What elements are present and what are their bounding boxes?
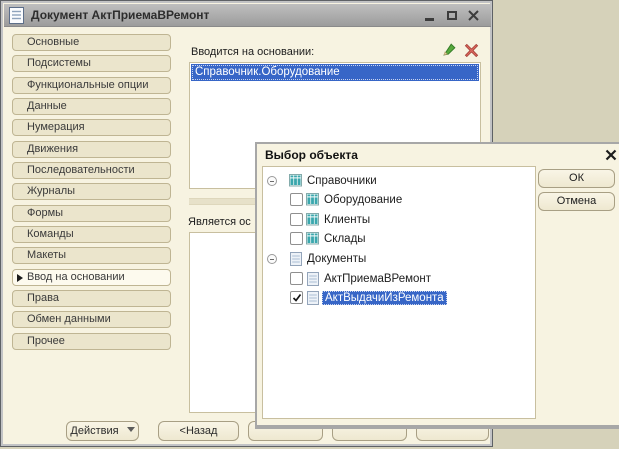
document-icon: [307, 272, 319, 286]
tab-label: Основные: [27, 36, 80, 48]
active-tab-arrow-icon: [17, 274, 23, 282]
tab-label: Подсистемы: [27, 57, 91, 69]
tree-item-oborudovanie[interactable]: Оборудование: [264, 191, 534, 209]
document-icon: [9, 6, 24, 24]
catalog-icon: [306, 213, 319, 226]
tree-item-label: Склады: [324, 233, 366, 245]
tab-label: Данные: [27, 100, 67, 112]
catalog-icon: [289, 174, 302, 187]
back-button-label: <Назад: [179, 425, 218, 437]
dialog-title: Выбор объекта: [265, 148, 358, 162]
based-on-label: Вводится на основании:: [191, 46, 315, 58]
tab-label: Прочее: [27, 335, 65, 347]
checkmark-icon: [292, 293, 301, 302]
tab-label: Права: [27, 292, 59, 304]
tab-label: Последовательности: [27, 164, 135, 176]
tab-label: Макеты: [27, 249, 67, 261]
close-button[interactable]: [466, 8, 481, 23]
pencil-icon: [443, 43, 456, 56]
tree-item-label: АктПриемаВРемонт: [324, 273, 432, 285]
checkbox-unchecked[interactable]: [290, 232, 303, 245]
tab-label: Формы: [27, 207, 64, 219]
tab-numeraciya[interactable]: Нумерация: [12, 119, 171, 136]
edit-button[interactable]: [440, 40, 459, 59]
actions-button-label: Действия: [70, 425, 119, 437]
collapse-icon[interactable]: [267, 176, 277, 186]
tree-item-dokumenty[interactable]: Документы: [264, 250, 534, 268]
tree-group-label: Документы: [307, 253, 367, 265]
tree-item-klienty[interactable]: Клиенты: [264, 211, 534, 229]
ok-button-label: ОК: [569, 172, 584, 184]
checkbox-checked[interactable]: [290, 291, 303, 304]
tab-prava[interactable]: Права: [12, 290, 171, 307]
tree-item-label-selected: АктВыдачиИзРемонта: [322, 291, 447, 305]
desktop: Документ АктПриемаВРемонт Основные Подси…: [0, 0, 619, 449]
tab-prochee[interactable]: Прочее: [12, 333, 171, 350]
x-icon: [464, 43, 479, 58]
list-item-selected[interactable]: Справочник.Оборудование: [191, 64, 479, 81]
tab-posledovatelnosti[interactable]: Последовательности: [12, 162, 171, 179]
dialog-close-button[interactable]: [603, 147, 619, 163]
tree-group-label: Справочники: [307, 175, 377, 187]
tree-item-label: Оборудование: [324, 194, 403, 206]
tab-label: Нумерация: [27, 121, 85, 133]
checkbox-unchecked[interactable]: [290, 272, 303, 285]
window-titlebar[interactable]: Документ АктПриемаВРемонт: [4, 4, 491, 27]
checkbox-unchecked[interactable]: [290, 213, 303, 226]
tab-osnovnye[interactable]: Основные: [12, 34, 171, 51]
tree-item-aktpriemavremont[interactable]: АктПриемаВРемонт: [264, 270, 534, 288]
object-tree[interactable]: Справочники Оборудование Клиенты Склады …: [262, 166, 536, 419]
catalog-icon: [306, 193, 319, 206]
collapse-icon[interactable]: [267, 254, 277, 264]
ok-button[interactable]: ОК: [538, 169, 615, 188]
cancel-button[interactable]: Отмена: [538, 192, 615, 211]
maximize-button[interactable]: [444, 8, 459, 23]
tab-dvizheniya[interactable]: Движения: [12, 141, 171, 158]
tree-item-aktvydachiizremonta[interactable]: АктВыдачиИзРемонта: [264, 289, 534, 307]
document-icon: [307, 291, 319, 305]
tab-vvod-na-osnovanii[interactable]: Ввод на основании: [12, 269, 171, 286]
back-button[interactable]: <Назад: [158, 421, 239, 441]
maximize-icon: [446, 11, 457, 20]
select-object-dialog: Выбор объекта Справочники Оборудование К…: [255, 142, 619, 429]
catalog-icon: [306, 232, 319, 245]
minimize-icon: [425, 17, 434, 21]
close-icon: [605, 149, 617, 161]
window-title: Документ АктПриемаВРемонт: [31, 8, 210, 22]
dialog-titlebar[interactable]: Выбор объекта: [257, 144, 619, 165]
tab-zhurnaly[interactable]: Журналы: [12, 183, 171, 200]
tab-podsistemy[interactable]: Подсистемы: [12, 55, 171, 72]
tab-label: Ввод на основании: [27, 271, 125, 283]
tab-makety[interactable]: Макеты: [12, 247, 171, 264]
checkbox-unchecked[interactable]: [290, 193, 303, 206]
close-icon: [468, 10, 479, 21]
delete-button[interactable]: [462, 41, 481, 60]
tree-item-sklady[interactable]: Склады: [264, 230, 534, 248]
basis-for-label: Является ос: [188, 216, 251, 228]
tab-label: Обмен данными: [27, 313, 111, 325]
actions-button[interactable]: Действия: [66, 421, 139, 441]
tab-label: Функциональные опции: [27, 79, 149, 91]
chevron-down-icon: [126, 427, 135, 432]
tab-dannye[interactable]: Данные: [12, 98, 171, 115]
tab-komandy[interactable]: Команды: [12, 226, 171, 243]
tab-label: Движения: [27, 143, 79, 155]
tab-formy[interactable]: Формы: [12, 205, 171, 222]
tab-funkcionalnye-opcii[interactable]: Функциональные опции: [12, 77, 171, 94]
tab-obmen-dannymi[interactable]: Обмен данными: [12, 311, 171, 328]
tab-label: Команды: [27, 228, 74, 240]
tree-item-spravochniki[interactable]: Справочники: [264, 172, 534, 190]
minimize-button[interactable]: [422, 8, 437, 23]
cancel-button-label: Отмена: [556, 195, 597, 207]
tab-label: Журналы: [27, 185, 76, 197]
tree-item-label: Клиенты: [324, 214, 371, 226]
document-icon: [290, 252, 302, 266]
